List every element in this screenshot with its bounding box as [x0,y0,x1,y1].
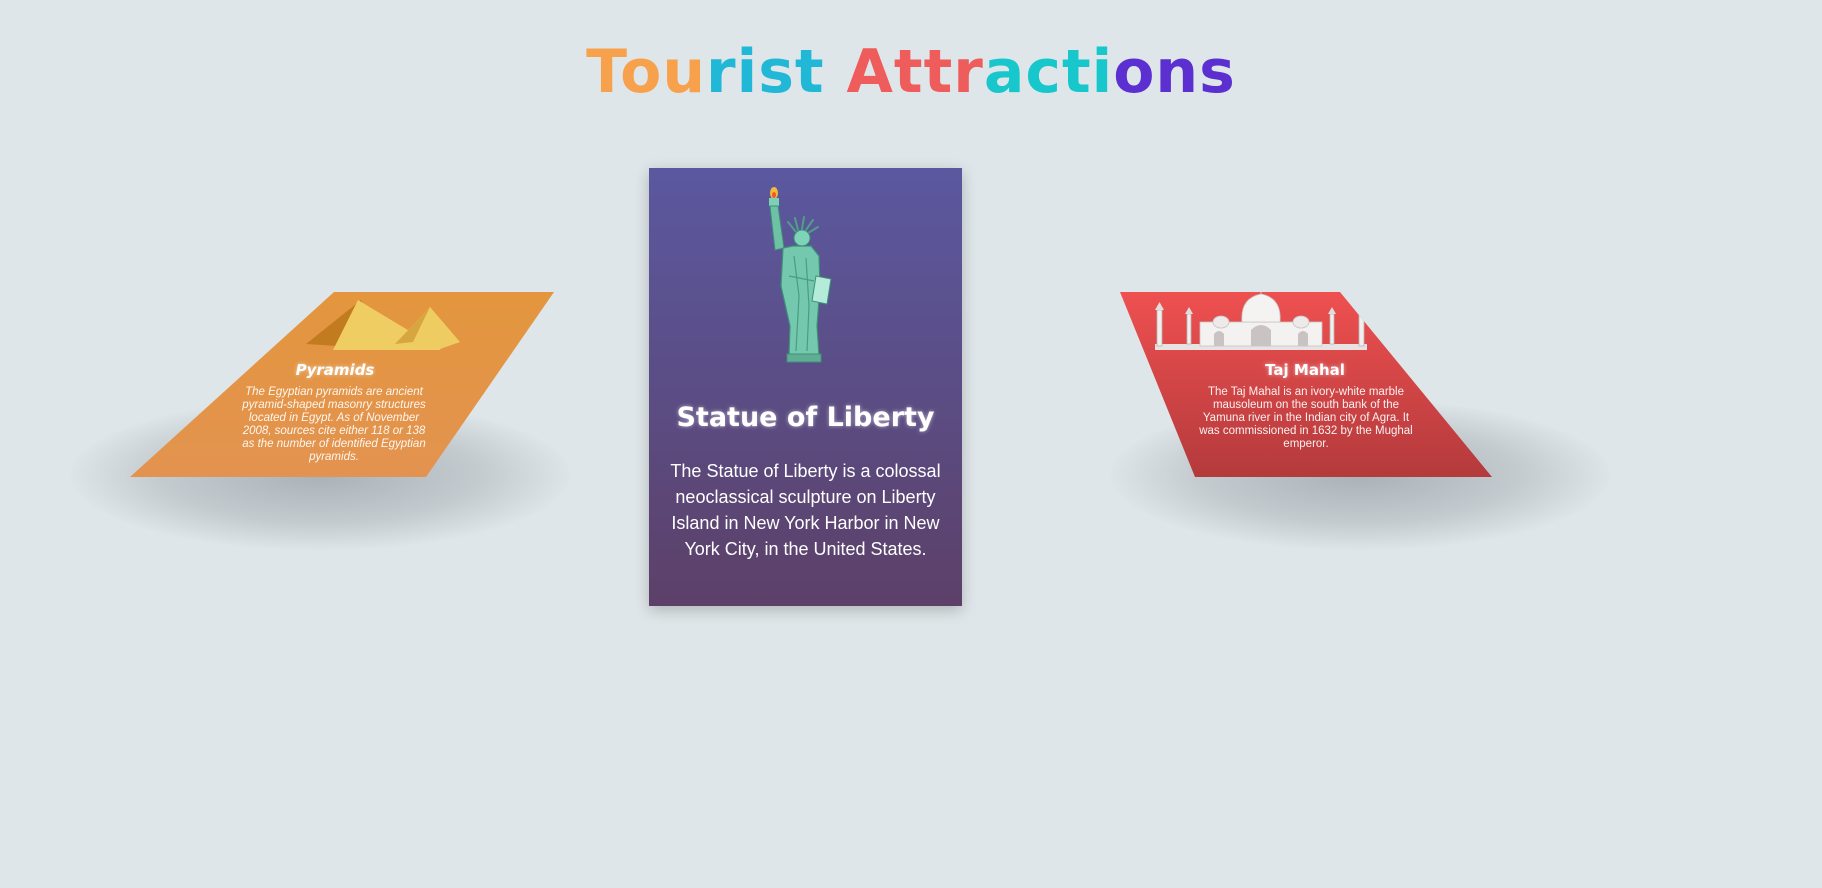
card-description: The Taj Mahal is an ivory-white marble m… [1199,386,1413,450]
card-description: The Statue of Liberty is a colossal neoc… [670,461,941,559]
page-title: Tourist Attractions [0,30,1822,114]
title-segment: acti [983,37,1114,107]
title-segment: ons [1113,37,1236,107]
attraction-card-statue-of-liberty[interactable]: Statue of Liberty The Statue of Liberty … [649,168,962,606]
title-segment: Attr [846,37,984,107]
card-description: The Egyptian pyramids are ancient pyrami… [242,386,426,463]
title-segment: rist [706,37,847,107]
statue-of-liberty-icon [769,187,832,363]
title-segment: Tou [586,37,707,107]
card-title: Pyramids [295,361,375,379]
card-title: Taj Mahal [1265,361,1345,379]
card-title: Statue of Liberty [676,402,935,433]
